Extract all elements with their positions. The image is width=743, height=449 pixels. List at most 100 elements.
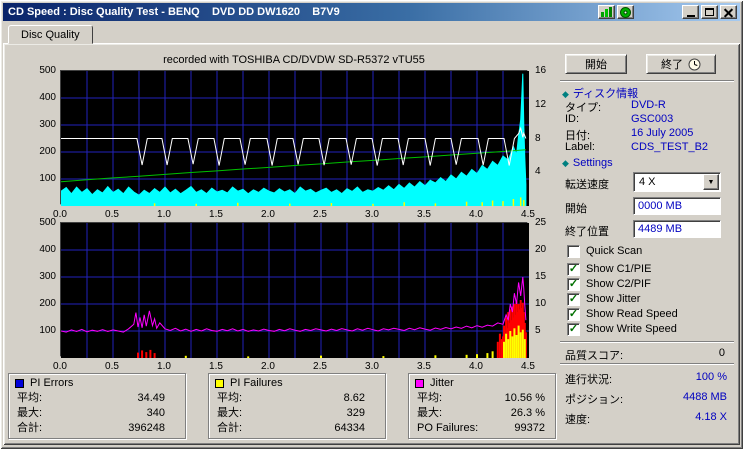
axis-tick-label: 2.5 <box>313 209 327 220</box>
axis-tick-label: 2.5 <box>313 361 327 372</box>
divider <box>560 341 734 343</box>
divider <box>560 363 734 365</box>
axis-tick-label: 500 <box>39 65 56 76</box>
checkbox-label: Quick Scan <box>586 245 643 257</box>
axis-tick-label: 1.0 <box>157 209 171 220</box>
close-button[interactable] <box>720 5 737 19</box>
jitter-title: Jitter <box>430 377 454 389</box>
start-position-input[interactable] <box>633 197 721 215</box>
divider <box>560 80 734 82</box>
checkbox-label: Show C2/PIF <box>586 278 651 290</box>
axis-tick-label: 2.0 <box>261 361 275 372</box>
axis-tick-label: 1.0 <box>157 361 171 372</box>
jitter-stats-box: Jitter 平均: 10.56 % 最大: 26.3 % PO Failures:… <box>408 373 556 439</box>
checkbox-box[interactable]: ✓ <box>567 292 580 306</box>
axis-tick-label: 10 <box>535 298 547 309</box>
stat-row: 合計: 64334 <box>217 422 365 434</box>
pi-errors-title: PI Errors <box>30 377 74 389</box>
disc-type-value: DVD-R <box>631 99 666 111</box>
axis-tick-label: 8 <box>535 132 541 144</box>
checkbox-box[interactable]: ✓ <box>567 322 580 336</box>
chevron-down-icon[interactable]: ▼ <box>703 174 719 190</box>
checkbox-show-read-speed[interactable]: ✓ Show Read Speed <box>567 307 678 321</box>
axis-tick-label: 5 <box>535 325 541 336</box>
pi-failures-stats-box: PI Failures 平均: 8.62 最大: 329 合計: 64334 <box>208 373 386 439</box>
start-button[interactable]: 開始 <box>565 54 627 74</box>
axis-tick-label: 4.5 <box>521 361 535 372</box>
axis-tick-label: 25 <box>535 217 547 228</box>
pi-errors-header: PI Errors <box>9 374 185 390</box>
end-position-input[interactable] <box>633 220 721 238</box>
checkbox-box[interactable]: ✓ <box>567 307 580 321</box>
disc-quality-page: recorded with TOSHIBA CD/DVDW SD-R5372 v… <box>3 43 740 445</box>
pif-jitter-chart <box>60 222 529 358</box>
checkbox-box[interactable]: ✓ <box>567 277 580 291</box>
pi-errors-legend-swatch <box>15 378 24 388</box>
axis-tick-label: 3.5 <box>417 361 431 372</box>
disc-label-value: CDS_TEST_B2 <box>631 141 709 153</box>
checkbox-quick-scan[interactable]: Quick Scan <box>567 244 642 258</box>
tab-label: Disc Quality <box>21 28 80 41</box>
axis-tick-label: 3.0 <box>365 209 379 220</box>
axis-tick-label: 2.0 <box>261 209 275 220</box>
axis-tick-label: 100 <box>39 173 56 184</box>
stat-row: PO Failures: 99372 <box>417 422 545 434</box>
quality-score-label: 品質スコア: <box>565 350 624 362</box>
checkbox-show-write-speed[interactable]: ✓ Show Write Speed <box>567 322 677 336</box>
checkbox-box[interactable]: ✓ <box>567 262 580 276</box>
exit-button[interactable]: 終了 <box>646 54 716 74</box>
app-window: CD Speed : Disc Quality Test - BENQ DVD … <box>0 0 743 449</box>
pi-failures-title: PI Failures <box>230 377 283 389</box>
disc-icon <box>620 6 631 18</box>
transfer-speed-value: 4 X <box>639 176 656 188</box>
checkbox-label: Show C1/PIE <box>586 263 652 275</box>
jitter-legend-swatch <box>415 378 424 388</box>
axis-tick-label: 100 <box>39 325 56 336</box>
position-label: ポジション: <box>565 394 624 406</box>
axis-tick-label: 16 <box>535 65 547 76</box>
progress-value: 100 % <box>695 371 727 383</box>
minimize-icon <box>686 14 695 17</box>
tab-disc-quality[interactable]: Disc Quality <box>8 25 93 44</box>
stat-row: 平均: 8.62 <box>217 392 365 404</box>
axis-tick-label: 300 <box>39 119 56 130</box>
diamond-icon: ◆ <box>562 158 569 168</box>
checkbox-box[interactable] <box>567 244 580 258</box>
titlebar-chart-icon-button[interactable] <box>598 5 615 19</box>
stat-row: 最大: 329 <box>217 407 365 419</box>
transfer-speed-select[interactable]: 4 X ▼ <box>633 172 721 192</box>
checkbox-show-c1-pie[interactable]: ✓ Show C1/PIE <box>567 262 651 276</box>
axis-tick-label: 12 <box>535 98 547 110</box>
start-button-label: 開始 <box>585 59 607 71</box>
minimize-button[interactable] <box>682 5 699 19</box>
checkbox-show-jitter[interactable]: ✓ Show Jitter <box>567 292 640 306</box>
stat-row: 最大: 340 <box>17 407 165 419</box>
axis-tick-label: 20 <box>535 244 547 255</box>
stat-row: 平均: 10.56 % <box>417 392 545 404</box>
checkbox-show-c2-pif[interactable]: ✓ Show C2/PIF <box>567 277 651 291</box>
maximize-icon <box>705 8 714 16</box>
axis-tick-label: 400 <box>39 92 56 103</box>
position-value: 4488 MB <box>682 391 727 403</box>
axis-tick-label: 3.0 <box>365 361 379 372</box>
axis-tick-label: 3.5 <box>417 209 431 220</box>
axis-tick-label: 1.5 <box>209 209 223 220</box>
axis-tick-label: 300 <box>39 271 56 282</box>
axis-tick-label: 4 <box>535 166 541 178</box>
titlebar[interactable]: CD Speed : Disc Quality Test - BENQ DVD … <box>3 3 740 21</box>
axis-tick-label: 4.0 <box>469 209 483 220</box>
quality-score-value: 0 <box>718 347 725 359</box>
titlebar-buttons <box>596 5 737 19</box>
diamond-icon: ◆ <box>562 89 569 99</box>
pie-speed-chart <box>60 70 529 207</box>
jitter-header: Jitter <box>409 374 555 390</box>
stat-row: 平均: 34.49 <box>17 392 165 404</box>
speed-value: 4.18 X <box>695 411 727 423</box>
disc-id-label: ID: <box>565 113 580 125</box>
titlebar-disc-icon-button[interactable] <box>617 5 634 19</box>
disc-label-label: Label: <box>565 141 595 153</box>
pi-failures-header: PI Failures <box>209 374 385 390</box>
chart-bars-icon <box>601 7 612 17</box>
maximize-button[interactable] <box>701 5 718 19</box>
axis-tick-label: 200 <box>39 298 56 309</box>
